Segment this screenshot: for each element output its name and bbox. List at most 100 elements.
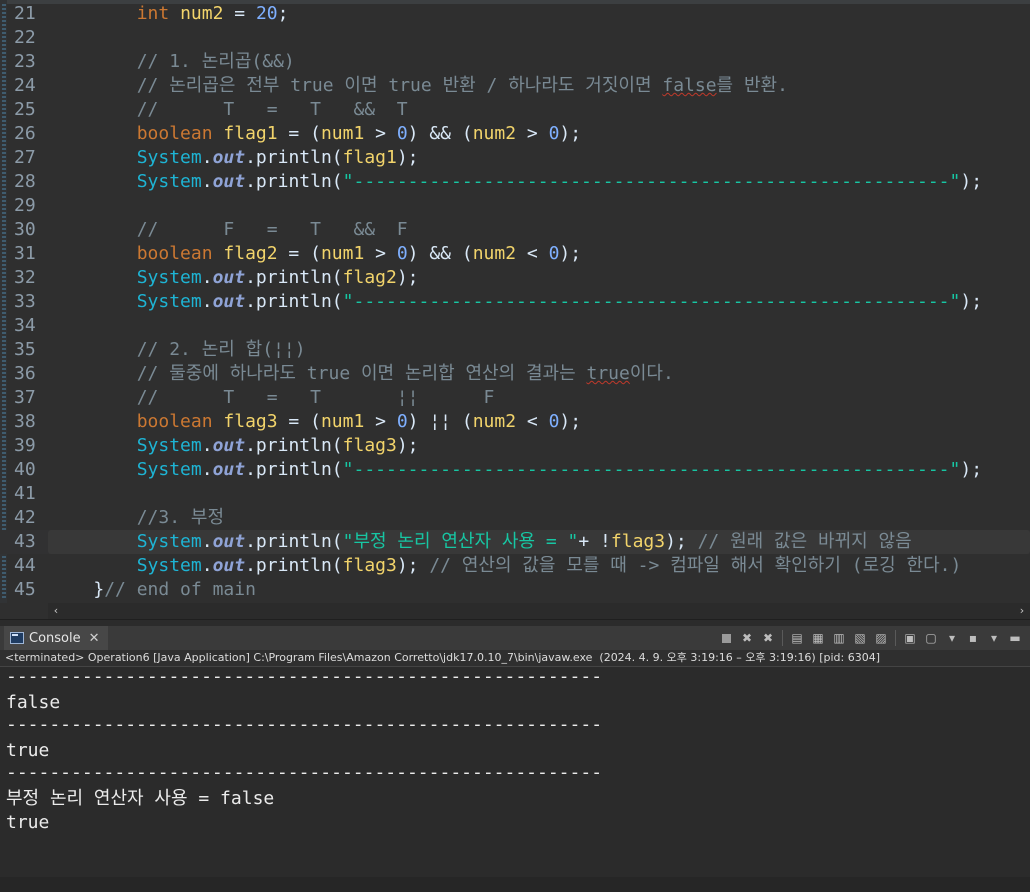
code-token: // 원래 값은 바뀌지 않음 [697, 531, 912, 552]
code-line[interactable]: 27 System.out.println(flag1); [0, 146, 1030, 170]
code-token: num1 [320, 123, 365, 144]
code-token: 0 [548, 243, 560, 264]
close-icon[interactable]: ✕ [89, 631, 100, 646]
show-stderr-icon[interactable]: ▧ [851, 629, 869, 647]
line-number: 40 [14, 459, 36, 480]
code-token: // 연산의 값을 모를 때 -> 컴파일 해서 확인하기 (로깅 한다.) [429, 555, 962, 576]
code-line[interactable]: 45 }// end of main [0, 578, 1030, 602]
code-token: "---------------------------------------… [342, 459, 961, 480]
show-stdout-icon[interactable]: ▥ [830, 629, 848, 647]
pin-console-icon[interactable]: ▨ [872, 629, 890, 647]
code-text: }// end of main [50, 578, 256, 602]
code-line[interactable]: 41 [0, 482, 1030, 506]
code-token: out [212, 531, 246, 552]
code-token: ); [960, 291, 983, 312]
code-token: flag3 [223, 411, 278, 432]
console-output[interactable]: ----------------------------------------… [0, 667, 1030, 877]
code-token: System [136, 459, 202, 480]
code-token: ); [396, 147, 419, 168]
code-line[interactable]: 23 // 1. 논리곱(&&) [0, 50, 1030, 74]
code-token: out [212, 267, 246, 288]
scroll-left-icon[interactable]: ‹ [48, 603, 64, 619]
code-token: System [136, 171, 202, 192]
code-token: ); [960, 459, 983, 480]
code-token: .println( [245, 291, 343, 312]
scroll-right-icon[interactable]: › [1014, 603, 1030, 619]
code-token: . [201, 459, 213, 480]
code-token: flag3 [610, 531, 666, 552]
code-editor[interactable]: 21 int num2 = 20; 22 23 // 1. 논리곱(&&) 24 //… [0, 0, 1030, 603]
code-line[interactable]: 24 // 논리곱은 전부 true 이면 true 반환 / 하나라도 거짓이… [0, 74, 1030, 98]
code-token: .println( [245, 435, 343, 456]
code-line[interactable]: 37 // T = T ¦¦ F [0, 386, 1030, 410]
code-line[interactable]: 40 System.out.println("-----------------… [0, 458, 1030, 482]
code-line[interactable]: 21 int num2 = 20; [0, 2, 1030, 26]
new-console-icon[interactable]: ▪ [964, 629, 982, 647]
code-token: System [136, 291, 202, 312]
code-text: boolean flag2 = (num1 > 0) && (num2 < 0)… [50, 242, 581, 266]
code-line[interactable]: 32 System.out.println(flag2); [0, 266, 1030, 290]
code-line[interactable]: 31 boolean flag2 = (num1 > 0) && (num2 <… [0, 242, 1030, 266]
chevron-down-icon[interactable]: ▾ [985, 629, 1003, 647]
code-line[interactable]: 38 boolean flag3 = (num1 > 0) ¦¦ (num2 <… [0, 410, 1030, 434]
line-number: 27 [14, 147, 36, 168]
open-console-icon[interactable]: ▢ [922, 629, 940, 647]
code-token: System [136, 147, 202, 168]
code-text: int num2 = 20; [50, 2, 289, 26]
code-line[interactable]: 43 System.out.println("부정 논리 연산자 사용 = "+… [0, 530, 1030, 554]
code-token: ) && ( [407, 243, 473, 264]
code-line[interactable]: 36 // 둘중에 하나라도 true 이면 논리합 연산의 결과는 true이… [0, 362, 1030, 386]
code-token: .println( [245, 147, 343, 168]
remove-all-icon[interactable]: ✖ [759, 629, 777, 647]
code-line[interactable]: 30 // F = T && F [0, 218, 1030, 242]
line-number: 33 [14, 291, 36, 312]
code-token: > [516, 123, 549, 144]
code-token: ) ¦¦ ( [407, 411, 473, 432]
scrollbar-track[interactable] [64, 608, 1014, 614]
terminate-icon[interactable] [717, 629, 735, 647]
code-line[interactable]: 26 boolean flag1 = (num1 > 0) && (num2 >… [0, 122, 1030, 146]
code-line[interactable]: 39 System.out.println(flag3); [0, 434, 1030, 458]
code-token: out [212, 459, 246, 480]
code-text: boolean flag1 = (num1 > 0) && (num2 > 0)… [50, 122, 581, 146]
scrollbar-track[interactable] [18, 882, 1012, 887]
code-text: System.out.println("--------------------… [50, 290, 982, 314]
code-text: System.out.println("부정 논리 연산자 사용 = "+ !f… [50, 530, 912, 554]
scroll-lock-icon[interactable]: ▤ [788, 629, 806, 647]
word-wrap-icon[interactable]: ▦ [809, 629, 827, 647]
remove-launch-icon[interactable]: ✖ [738, 629, 756, 647]
minimize-icon[interactable]: ▬ [1006, 629, 1024, 647]
code-token: flag2 [223, 243, 278, 264]
code-token: . [201, 435, 213, 456]
code-token: . [201, 291, 213, 312]
code-line[interactable]: 28 System.out.println("-----------------… [0, 170, 1030, 194]
console-horizontal-scrollbar[interactable] [0, 877, 1030, 892]
display-console-icon[interactable]: ▣ [901, 629, 919, 647]
code-line[interactable]: 44 System.out.println(flag3); // 연산의 값을 … [0, 554, 1030, 578]
code-line[interactable]: 34 [0, 314, 1030, 338]
chevron-down-icon[interactable]: ▾ [943, 629, 961, 647]
code-line[interactable]: 33 System.out.println("-----------------… [0, 290, 1030, 314]
code-line[interactable]: 25 // T = T && T [0, 98, 1030, 122]
console-tab[interactable]: Console ✕ [4, 626, 108, 650]
editor-horizontal-scrollbar[interactable]: ‹ › [48, 603, 1030, 619]
console-output-line: false [6, 692, 61, 713]
code-token: num2 [180, 3, 224, 24]
line-number: 38 [14, 411, 36, 432]
code-token: . [201, 147, 213, 168]
code-token: > [364, 243, 397, 264]
code-line[interactable]: 35 // 2. 논리 합(¦¦) [0, 338, 1030, 362]
code-token: // T = T && T [136, 99, 408, 120]
code-text: // 2. 논리 합(¦¦) [50, 338, 306, 362]
toolbar-separator [782, 630, 783, 646]
code-token: ); [396, 267, 419, 288]
code-line[interactable]: 29 [0, 194, 1030, 218]
code-line[interactable]: 22 [0, 26, 1030, 50]
code-line[interactable]: 42 //3. 부정 [0, 506, 1030, 530]
